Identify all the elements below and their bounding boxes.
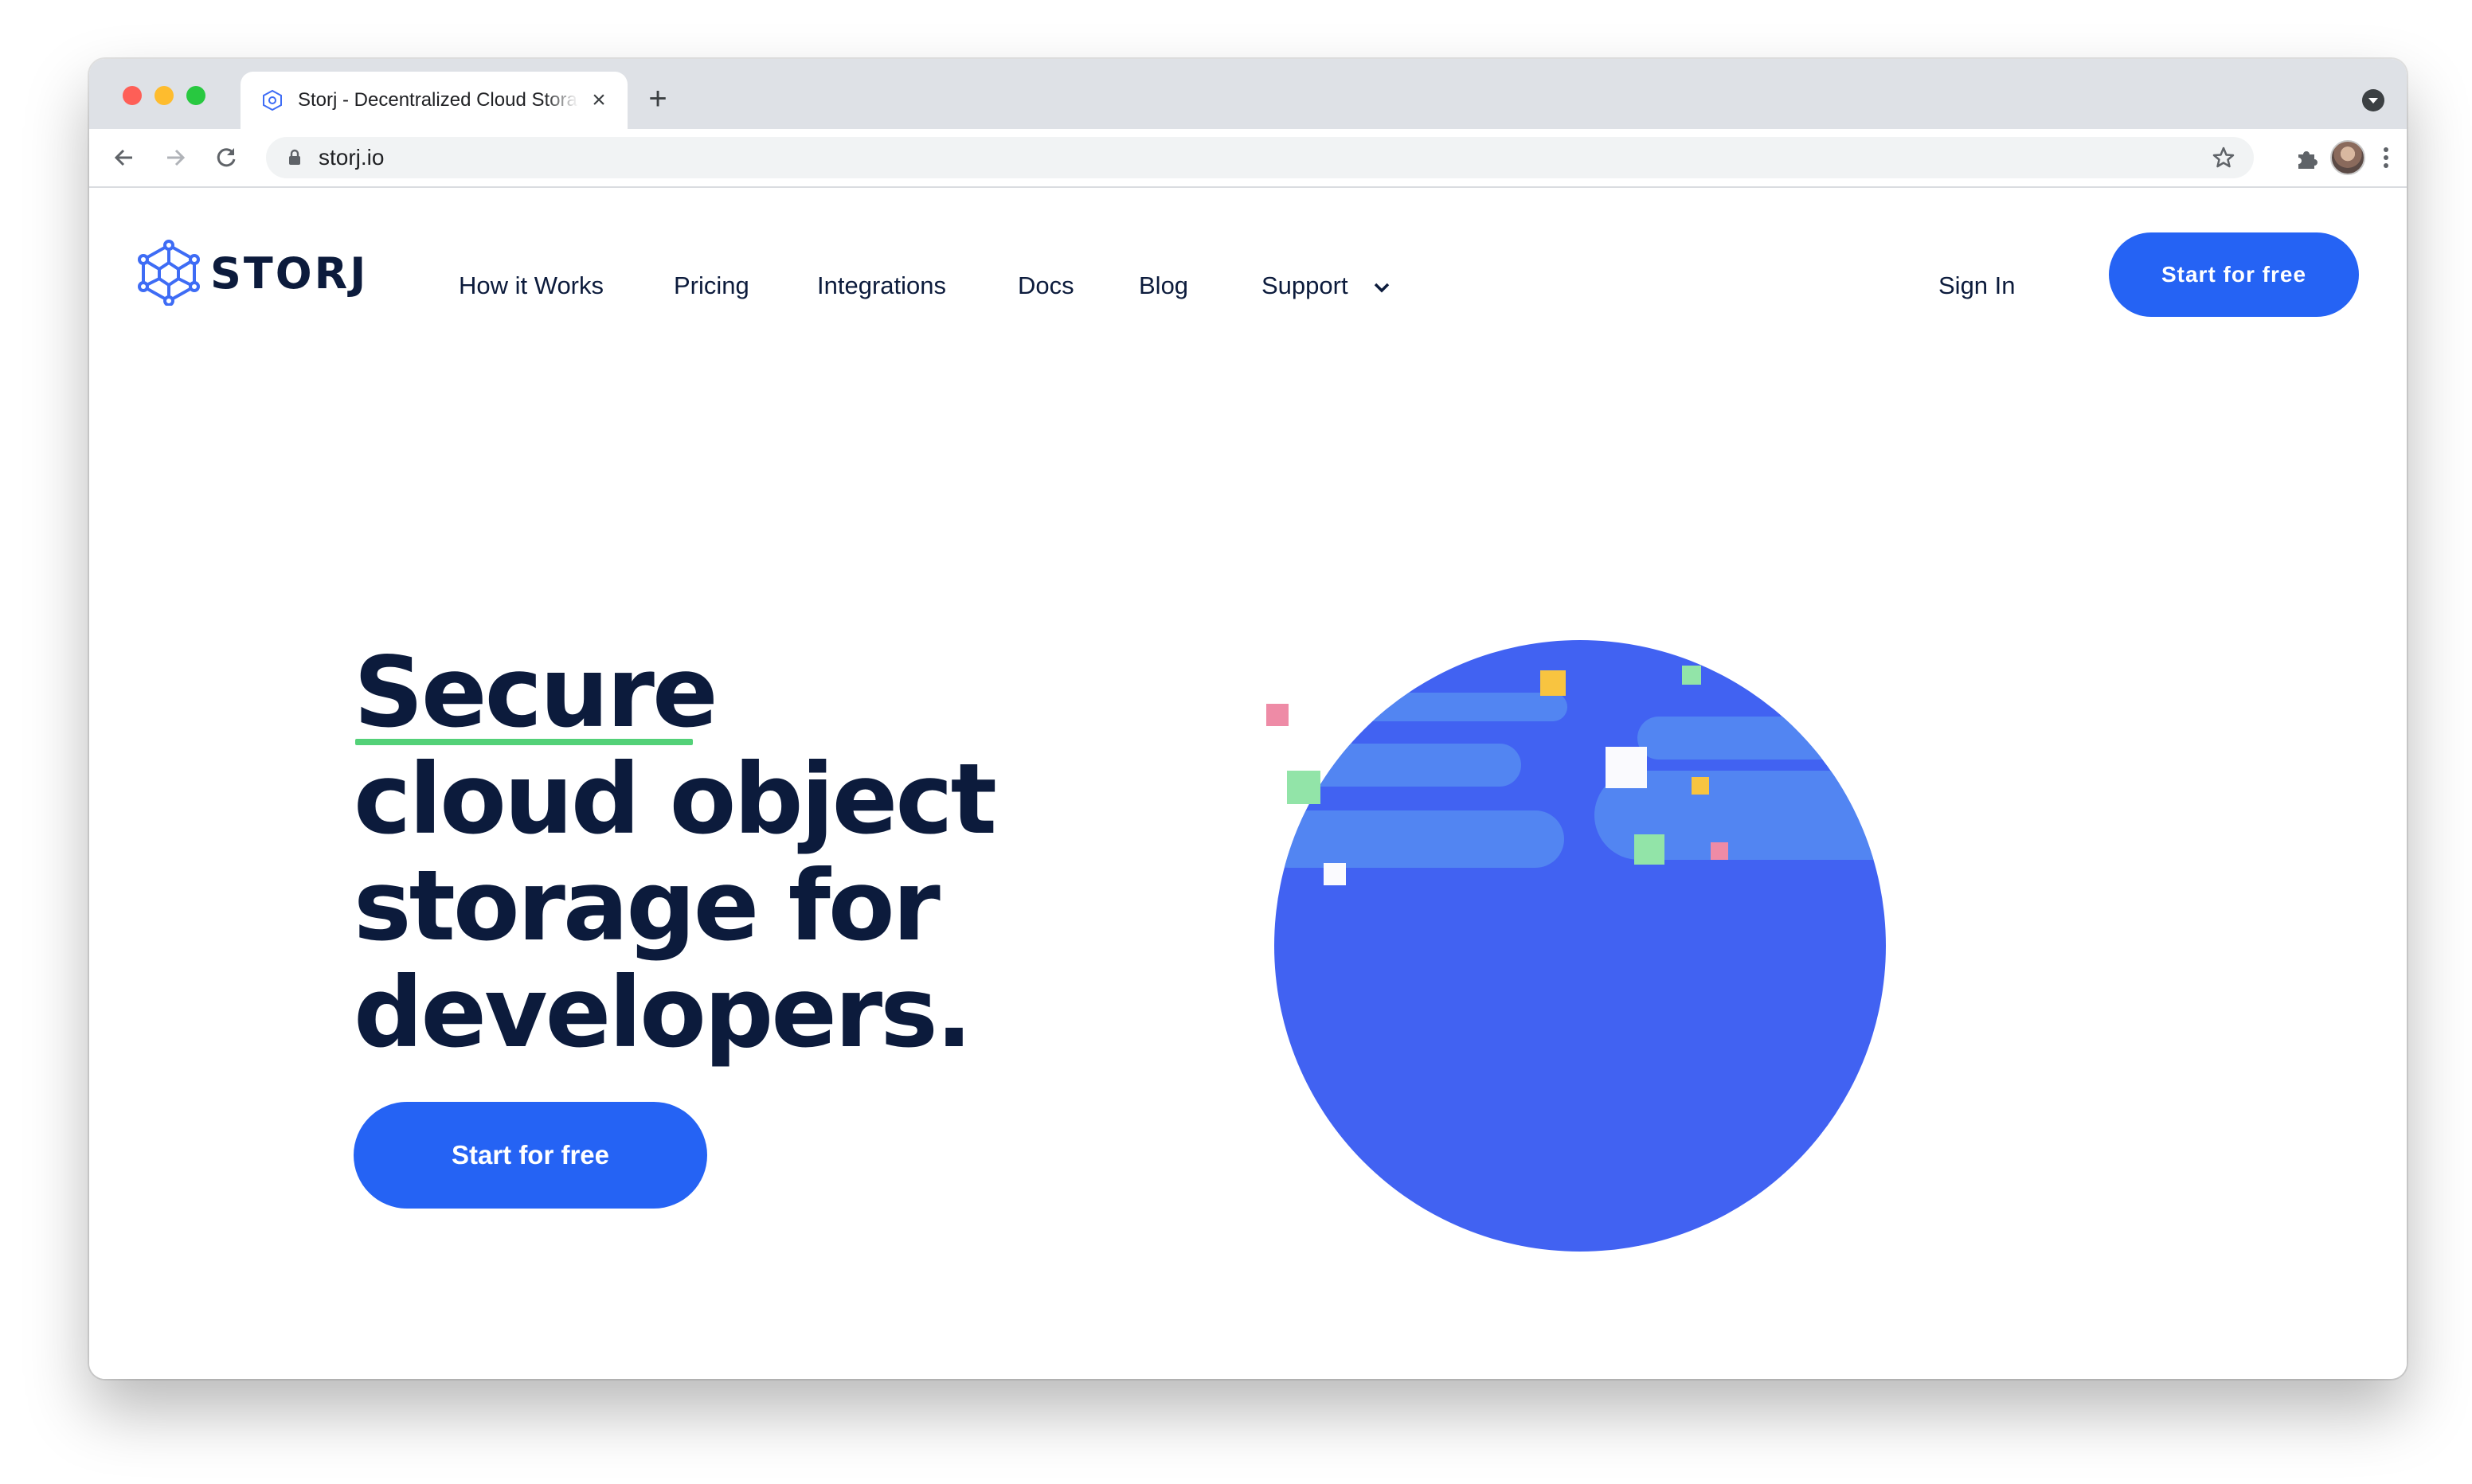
arrow-right-icon: [167, 149, 186, 166]
nav-support[interactable]: Support: [1261, 270, 1348, 302]
nav-integrations[interactable]: Integrations: [817, 270, 946, 302]
reload-icon: [217, 148, 236, 167]
yellow-square: [1540, 670, 1566, 696]
green-square: [1634, 834, 1664, 865]
pink-square: [1711, 842, 1728, 860]
pink-square: [1266, 704, 1289, 726]
storj-logo[interactable]: STORJ: [135, 239, 374, 306]
start-for-free-hero-button[interactable]: Start for free: [354, 1102, 707, 1209]
tab-close-icon[interactable]: ×: [588, 88, 610, 112]
logo-wordmark: STORJ: [210, 248, 369, 299]
sign-in-link[interactable]: Sign In: [1938, 270, 2016, 302]
browser-menu-button[interactable]: [2376, 142, 2396, 174]
web-page: STORJ How it Works Pricing Integrations …: [89, 188, 2407, 1379]
storj-logo-icon: [138, 240, 200, 306]
nav-docs[interactable]: Docs: [1018, 270, 1074, 302]
tab-strip: Storj - Decentralized Cloud Storage × +: [89, 59, 2407, 129]
browser-window: Storj - Decentralized Cloud Storage × +: [89, 59, 2407, 1379]
kebab-icon: [2384, 147, 2388, 168]
storj-favicon-icon: [263, 89, 282, 111]
tab-search-icon[interactable]: [2362, 89, 2384, 111]
url-text: storj.io: [319, 145, 385, 170]
nav-how-it-works[interactable]: How it Works: [459, 270, 604, 302]
green-square: [1682, 666, 1701, 685]
star-icon: [2212, 146, 2235, 168]
hero-heading-line-4: developers.: [354, 956, 972, 1069]
white-square: [1606, 747, 1647, 788]
back-button[interactable]: [108, 142, 140, 174]
bookmark-star-icon[interactable]: [2208, 142, 2239, 174]
green-square: [1287, 771, 1320, 804]
hero-heading-line-3: storage for: [354, 849, 941, 963]
browser-toolbar: storj.io: [89, 129, 2407, 188]
arrow-left-icon: [114, 149, 132, 166]
yellow-square: [1692, 777, 1709, 795]
nav-pricing[interactable]: Pricing: [674, 270, 749, 302]
reload-button[interactable]: [210, 142, 242, 174]
lock-icon: [289, 149, 300, 165]
tab-storj[interactable]: Storj - Decentralized Cloud Storage ×: [241, 72, 628, 129]
white-square: [1324, 863, 1346, 885]
extensions-puzzle-icon[interactable]: [2294, 145, 2321, 172]
nav-blog[interactable]: Blog: [1139, 270, 1188, 302]
close-window-button[interactable]: [123, 86, 142, 105]
forward-button[interactable]: [159, 142, 191, 174]
address-bar[interactable]: storj.io: [266, 137, 2254, 178]
hero-heading-line-1: Secure: [354, 636, 718, 749]
new-tab-button[interactable]: +: [643, 83, 672, 115]
profile-avatar[interactable]: [2330, 140, 2365, 175]
tab-title: Storj - Decentralized Cloud Storage: [298, 89, 578, 111]
chevron-down-icon[interactable]: [1373, 282, 1390, 293]
maximize-window-button[interactable]: [186, 86, 205, 105]
minimize-window-button[interactable]: [154, 86, 174, 105]
hero-heading-line-2: cloud object: [354, 743, 997, 856]
globe-illustration: [1266, 640, 1886, 1252]
start-for-free-header-button[interactable]: Start for free: [2109, 232, 2359, 317]
